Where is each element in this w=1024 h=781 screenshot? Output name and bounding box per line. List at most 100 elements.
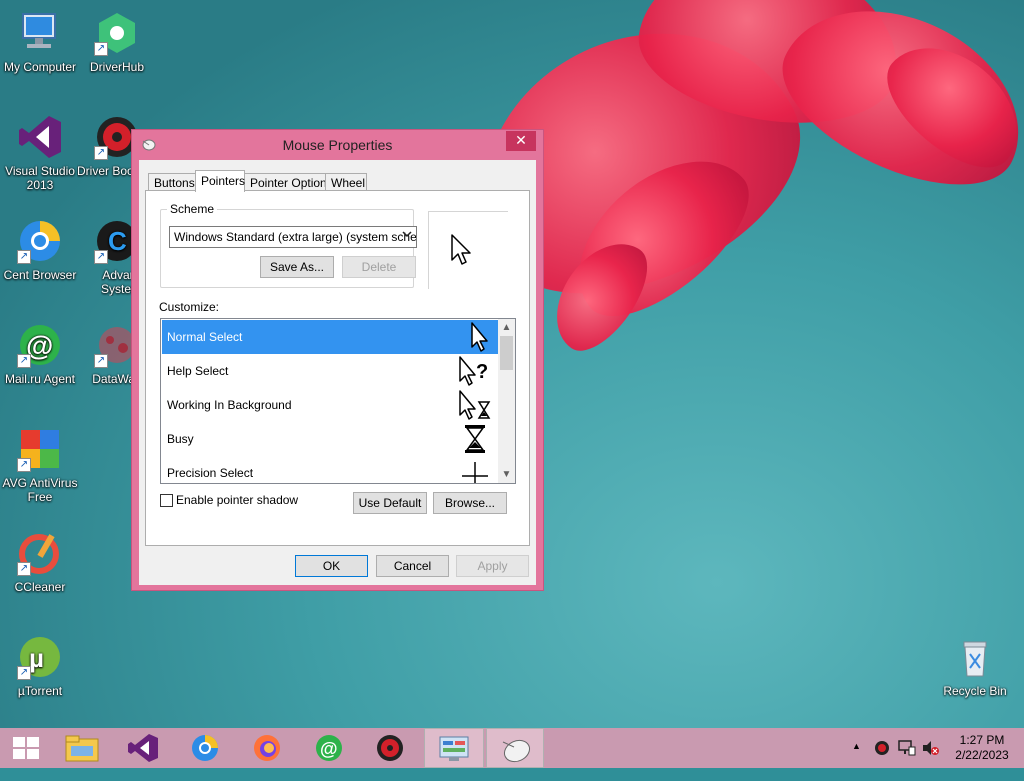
working-cursor-icon xyxy=(458,390,492,420)
close-icon: ✕ xyxy=(515,132,527,148)
enable-pointer-shadow-checkbox[interactable] xyxy=(160,494,173,507)
scroll-down-icon[interactable]: ▼ xyxy=(498,466,515,483)
list-item-label: Precision Select xyxy=(167,466,254,480)
tab-wheel[interactable]: Wheel xyxy=(325,173,367,191)
shortcut-arrow-icon: ↗ xyxy=(17,562,31,576)
tab-buttons[interactable]: Buttons xyxy=(148,173,196,191)
taskbar-cent-browser[interactable] xyxy=(179,728,231,768)
list-item[interactable]: Precision Select xyxy=(162,456,498,483)
shortcut-arrow-icon: ↗ xyxy=(17,354,31,368)
desktop-icon-label: DriverHub xyxy=(89,60,144,74)
scroll-thumb[interactable] xyxy=(500,336,513,370)
save-as-button[interactable]: Save As... xyxy=(260,256,334,278)
list-item[interactable]: Busy xyxy=(162,422,498,456)
crosshair-cursor-icon xyxy=(458,458,492,483)
tab-pointers[interactable]: Pointers xyxy=(195,170,245,192)
taskbar-driver-booster[interactable] xyxy=(364,728,416,768)
list-item[interactable]: Help Select ? xyxy=(162,354,498,388)
driver-booster-tray-icon[interactable] xyxy=(874,740,890,780)
tab-label: Wheel xyxy=(331,176,366,190)
visual-studio-icon xyxy=(127,733,159,766)
cursor-preview xyxy=(428,211,508,289)
desktop-icon-my-computer[interactable]: My Computer xyxy=(0,10,80,74)
tab-label: Buttons xyxy=(154,176,195,190)
desktop-icon-label: My Computer xyxy=(3,60,77,74)
customize-label: Customize: xyxy=(159,300,220,314)
shortcut-arrow-icon: ↗ xyxy=(94,146,108,160)
arrow-cursor-icon xyxy=(458,322,492,352)
start-button[interactable] xyxy=(0,728,52,768)
driver-booster-icon xyxy=(376,734,404,765)
shortcut-arrow-icon: ↗ xyxy=(17,458,31,472)
shortcut-arrow-icon: ↗ xyxy=(94,354,108,368)
desktop-icon-label: Visual Studio 2013 xyxy=(5,164,75,192)
close-button[interactable]: ✕ xyxy=(506,131,536,151)
desktop-icon-avg-antivirus[interactable]: ↗ AVG AntiVirus Free xyxy=(0,426,80,504)
window-client-area: Buttons Pointers Pointer Options Wheel S… xyxy=(139,160,536,585)
volume-muted-icon[interactable] xyxy=(922,740,940,780)
shortcut-arrow-icon: ↗ xyxy=(17,250,31,264)
taskbar-control-panel[interactable] xyxy=(424,728,484,768)
mouse-properties-window: Mouse Properties ✕ Buttons Pointers Poin… xyxy=(131,129,544,591)
delete-button[interactable]: Delete xyxy=(342,256,416,278)
desktop-icon-label: CCleaner xyxy=(14,580,66,594)
show-hidden-icons-icon[interactable]: ▲ xyxy=(852,741,861,781)
driverhub-icon: ↗ xyxy=(94,10,140,56)
desktop-icon-driverhub[interactable]: ↗ DriverHub xyxy=(77,10,157,74)
control-panel-icon xyxy=(439,735,469,766)
desktop-icon-cent-browser[interactable]: ↗ Cent Browser xyxy=(0,218,80,282)
desktop-icon-visual-studio[interactable]: Visual Studio 2013 xyxy=(0,114,80,192)
taskbar-clock[interactable]: 1:27 PM 2/22/2023 xyxy=(948,733,1016,763)
clock-time: 1:27 PM xyxy=(959,733,1005,747)
shortcut-arrow-icon: ↗ xyxy=(94,42,108,56)
desktop-icon-label: Mail.ru Agent xyxy=(4,372,76,386)
cent-browser-icon: ↗ xyxy=(17,218,63,264)
hourglass-cursor-icon xyxy=(458,424,492,454)
desktop-icon-ccleaner[interactable]: ↗ CCleaner xyxy=(0,530,80,594)
list-item-label: Busy xyxy=(167,432,194,446)
list-item[interactable]: Normal Select xyxy=(162,320,498,354)
apply-button[interactable]: Apply xyxy=(456,555,529,577)
network-icon[interactable] xyxy=(898,740,916,780)
taskbar-mailru-agent[interactable]: @ xyxy=(303,728,355,768)
window-title: Mouse Properties xyxy=(282,137,393,153)
taskbar-file-explorer[interactable] xyxy=(56,728,108,768)
desktop-icon-utorrent[interactable]: µ ↗ µTorrent xyxy=(0,634,80,698)
desktop-icon-recycle-bin[interactable]: Recycle Bin xyxy=(935,634,1015,698)
cancel-button[interactable]: Cancel xyxy=(376,555,449,577)
svg-text:?: ? xyxy=(476,361,488,383)
vertical-scrollbar[interactable]: ▲ ▼ xyxy=(498,319,515,483)
list-item-label: Working In Background xyxy=(167,398,292,412)
svg-text:C: C xyxy=(108,226,127,256)
mouse-icon xyxy=(499,734,533,767)
title-bar[interactable]: Mouse Properties ✕ xyxy=(132,130,543,159)
desktop-icon-mailru-agent[interactable]: @ ↗ Mail.ru Agent xyxy=(0,322,80,386)
mailru-agent-icon: @ ↗ xyxy=(17,322,63,368)
chevron-down-icon xyxy=(402,229,412,242)
tab-pointer-options[interactable]: Pointer Options xyxy=(244,173,333,191)
taskbar-visual-studio[interactable] xyxy=(117,728,169,768)
svg-text:µ: µ xyxy=(29,643,44,673)
list-item[interactable]: Working In Background xyxy=(162,388,498,422)
avg-antivirus-icon: ↗ xyxy=(17,426,63,472)
enable-pointer-shadow-label[interactable]: Enable pointer shadow xyxy=(176,493,298,507)
utorrent-icon: µ ↗ xyxy=(17,634,63,680)
svg-text:@: @ xyxy=(320,739,338,759)
scroll-up-icon[interactable]: ▲ xyxy=(498,319,515,336)
taskbar-mouse-properties[interactable] xyxy=(486,728,544,768)
taskbar-firefox[interactable] xyxy=(241,728,293,768)
desktop-icon-label: Recycle Bin xyxy=(943,684,1007,698)
computer-icon xyxy=(17,10,63,56)
scheme-group: Scheme Windows Standard (extra large) (s… xyxy=(160,202,417,288)
shortcut-arrow-icon: ↗ xyxy=(94,250,108,264)
use-default-button[interactable]: Use Default xyxy=(353,492,427,514)
arrow-cursor-icon xyxy=(451,234,473,269)
scheme-dropdown[interactable]: Windows Standard (extra large) (system s… xyxy=(169,226,417,248)
ok-button[interactable]: OK xyxy=(295,555,368,577)
pointers-tab-panel: Scheme Windows Standard (extra large) (s… xyxy=(145,190,530,546)
shortcut-arrow-icon: ↗ xyxy=(17,666,31,680)
ccleaner-icon: ↗ xyxy=(17,530,63,576)
cursor-list[interactable]: Normal Select Help Select ? Working In B… xyxy=(160,318,516,484)
desktop-icon-label: Cent Browser xyxy=(3,268,77,282)
browse-button[interactable]: Browse... xyxy=(433,492,507,514)
